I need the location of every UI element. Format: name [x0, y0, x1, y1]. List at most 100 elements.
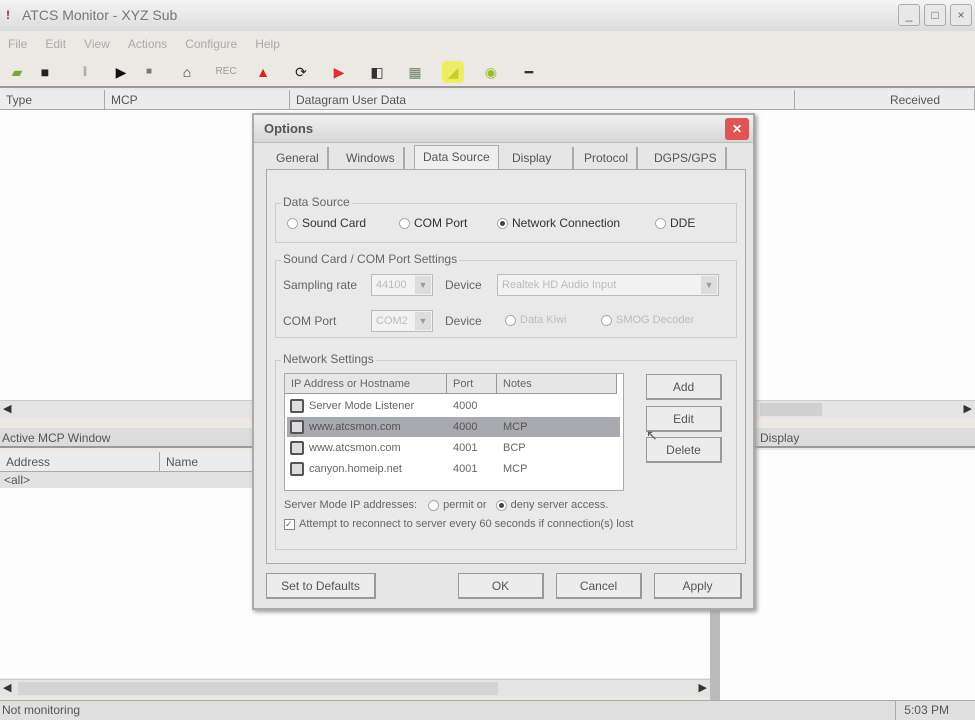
column-datagram[interactable]: Datagram User Data — [290, 90, 795, 110]
dialog-title: Options — [264, 121, 314, 136]
radio-data-kiwi[interactable]: Data Kiwi — [505, 314, 566, 326]
tab-protocol[interactable]: Protocol — [576, 147, 639, 169]
server-notes: MCP — [503, 421, 528, 433]
add-button[interactable]: Add — [646, 374, 722, 400]
server-mode-label: Server Mode IP addresses: — [284, 499, 418, 511]
server-notes: MCP — [503, 463, 528, 475]
tab-general[interactable]: General — [268, 147, 329, 169]
com-port-label: COM Port — [283, 314, 337, 328]
status-bar: Not monitoring 5:03 PM — [0, 700, 975, 720]
radio-permit[interactable]: permit or — [428, 499, 487, 511]
title-bar: ! ATCS Monitor - XYZ Sub _ □ × — [0, 0, 975, 31]
radio-sound-card[interactable]: Sound Card — [287, 216, 366, 230]
refresh-icon[interactable]: ⟳ — [290, 61, 312, 83]
ok-button[interactable]: OK — [458, 573, 544, 599]
server-host: www.atcsmon.com — [309, 442, 401, 454]
cancel-button[interactable]: Cancel — [556, 573, 642, 599]
server-icon — [290, 420, 304, 434]
minus-icon[interactable]: ━ — [518, 61, 540, 83]
column-received[interactable]: Received — [795, 90, 975, 110]
menu-edit[interactable]: Edit — [45, 33, 66, 55]
open-icon[interactable]: ▰ — [6, 61, 28, 83]
menu-bar: File Edit View Actions Configure Help — [0, 33, 975, 55]
menu-view[interactable]: View — [84, 33, 110, 55]
signal-icon[interactable]: ▶ — [328, 61, 350, 83]
server-icon — [290, 441, 304, 455]
set-defaults-button[interactable]: Set to Defaults — [266, 573, 376, 599]
server-row[interactable]: canyon.homeip.net 4001 MCP — [287, 459, 620, 479]
radio-deny[interactable]: deny server access. — [495, 499, 608, 511]
stop-icon[interactable]: ■ — [138, 61, 160, 83]
play-icon[interactable]: ▶ — [110, 61, 132, 83]
status-text: Not monitoring — [2, 703, 81, 717]
grid-icon[interactable]: ▦ — [404, 61, 426, 83]
dialog-close-button[interactable]: ✕ — [725, 118, 749, 140]
column-port[interactable]: Port — [447, 374, 497, 394]
server-notes: BCP — [503, 442, 526, 454]
soundcard-label: Sound Card / COM Port Settings — [281, 252, 460, 266]
display-panel — [720, 450, 975, 700]
maximize-button[interactable]: □ — [924, 4, 946, 26]
sampling-label: Sampling rate — [283, 278, 358, 292]
server-row[interactable]: www.atcsmon.com 4000 MCP — [287, 417, 620, 437]
sampling-rate-select[interactable]: 44100 ▼ — [371, 274, 433, 296]
server-host: www.atcsmon.com — [309, 421, 401, 433]
status-time: 5:03 PM — [895, 701, 949, 720]
save-icon[interactable]: ■ — [34, 61, 56, 83]
pause-icon[interactable]: ∥ — [74, 61, 96, 83]
menu-file[interactable]: File — [8, 33, 27, 55]
column-notes[interactable]: Notes — [497, 374, 617, 394]
close-button[interactable]: × — [950, 4, 972, 26]
reconnect-checkbox[interactable]: ✓ Attempt to reconnect to server every 60… — [284, 518, 633, 530]
server-icon — [290, 462, 304, 476]
apply-button[interactable]: Apply — [654, 573, 742, 599]
home-icon[interactable]: ⌂ — [176, 61, 198, 83]
server-host: Server Mode Listener — [309, 400, 415, 412]
tab-data-source[interactable]: Data Source — [414, 145, 499, 170]
app-title: ATCS Monitor - XYZ Sub — [22, 7, 178, 23]
radio-network-connection[interactable]: Network Connection — [497, 216, 620, 230]
device-label: Device — [445, 278, 482, 292]
tab-dgps[interactable]: DGPS/GPS — [646, 147, 727, 169]
server-icon — [290, 399, 304, 413]
data-source-label: Data Source — [281, 195, 352, 209]
server-host: canyon.homeip.net — [309, 463, 402, 475]
menu-configure[interactable]: Configure — [185, 33, 237, 55]
dialog-title-bar: Options ✕ — [254, 115, 753, 143]
alert-icon[interactable]: ▲ — [252, 61, 274, 83]
tab-windows[interactable]: Windows — [338, 147, 405, 169]
radio-smog-decoder[interactable]: SMOG Decoder — [601, 314, 694, 326]
server-port: 4000 — [453, 421, 478, 433]
com-port-select[interactable]: COM2 ▼ — [371, 310, 433, 332]
soundcard-group — [275, 260, 737, 338]
mcp-hscrollbar[interactable]: ◀ ▶ — [0, 679, 710, 697]
server-port: 4000 — [453, 400, 478, 412]
column-host[interactable]: IP Address or Hostname — [285, 374, 447, 394]
radio-dde[interactable]: DDE — [655, 216, 695, 230]
minimize-button[interactable]: _ — [898, 4, 920, 26]
server-row[interactable]: www.atcsmon.com 4001 BCP — [287, 438, 620, 458]
server-row[interactable]: Server Mode Listener 4000 — [287, 396, 620, 416]
map-icon[interactable]: ◢ — [442, 61, 464, 83]
column-address[interactable]: Address — [0, 452, 160, 472]
network-label: Network Settings — [281, 352, 376, 366]
tab-display[interactable]: Display — [504, 147, 574, 169]
server-port: 4001 — [453, 442, 478, 454]
mouse-cursor-icon: ↖ — [646, 427, 658, 443]
train-icon[interactable]: ◉ — [480, 61, 502, 83]
server-list[interactable]: IP Address or Hostname Port Notes Server… — [284, 373, 624, 491]
monitor-icon[interactable]: ◧ — [366, 61, 388, 83]
device-select[interactable]: Realtek HD Audio Input ▼ — [497, 274, 719, 296]
menu-actions[interactable]: Actions — [128, 33, 167, 55]
com-device-label: Device — [445, 314, 482, 328]
rec-button[interactable]: REC — [212, 61, 240, 83]
radio-com-port[interactable]: COM Port — [399, 216, 467, 230]
server-mode-row: Server Mode IP addresses: permit or deny… — [284, 499, 608, 511]
column-mcp[interactable]: MCP — [105, 90, 290, 110]
server-port: 4001 — [453, 463, 478, 475]
app-icon: ! — [6, 8, 10, 22]
column-type[interactable]: Type — [0, 90, 105, 110]
options-dialog: Options ✕ General Windows Data Source Di… — [252, 113, 755, 610]
right-panel-title: Display — [720, 428, 975, 448]
menu-help[interactable]: Help — [255, 33, 280, 55]
